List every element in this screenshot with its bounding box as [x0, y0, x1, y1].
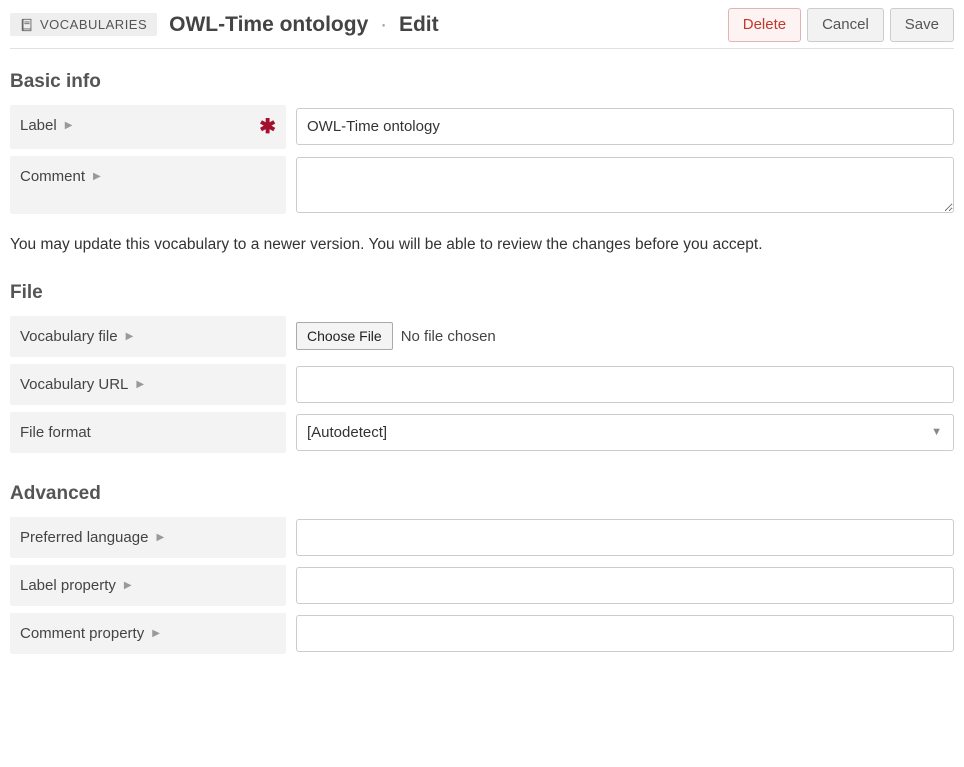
field-label-vocab-url[interactable]: Vocabulary URL ▶	[20, 376, 144, 393]
field-label-comment[interactable]: Comment ▶	[20, 168, 101, 185]
update-info-text: You may update this vocabulary to a newe…	[10, 236, 954, 254]
choose-file-button[interactable]: Choose File	[296, 322, 393, 350]
caret-icon: ▶	[156, 532, 164, 543]
field-label-label-prop[interactable]: Label property ▶	[20, 577, 132, 594]
section-heading-basic: Basic info	[10, 71, 954, 93]
title-name: OWL-Time ontology	[169, 13, 368, 36]
breadcrumb-vocabularies[interactable]: VOCABULARIES	[10, 13, 157, 36]
caret-icon: ▶	[126, 331, 134, 342]
cancel-button[interactable]: Cancel	[807, 8, 884, 42]
title-mode: Edit	[399, 13, 439, 36]
section-heading-file: File	[10, 282, 954, 304]
book-icon	[20, 18, 34, 32]
file-format-select[interactable]: [Autodetect]	[296, 414, 954, 451]
caret-icon: ▶	[65, 120, 73, 131]
field-row-label: Label ▶ ✱	[10, 103, 954, 151]
field-row-comment: Comment ▶	[10, 154, 954, 216]
label-input[interactable]	[296, 108, 954, 145]
caret-icon: ▶	[136, 379, 144, 390]
field-row-file-format: File format [Autodetect] ▼	[10, 410, 954, 455]
field-row-vocab-file: Vocabulary file ▶ Choose File No file ch…	[10, 314, 954, 359]
caret-icon: ▶	[124, 580, 132, 591]
title-separator: ·	[374, 13, 393, 36]
page-header: VOCABULARIES OWL-Time ontology · Edit De…	[10, 8, 954, 49]
vocab-url-input[interactable]	[296, 366, 954, 403]
comment-prop-input[interactable]	[296, 615, 954, 652]
field-row-vocab-url: Vocabulary URL ▶	[10, 362, 954, 407]
field-row-label-prop: Label property ▶	[10, 563, 954, 608]
field-row-pref-lang: Preferred language ▶	[10, 515, 954, 560]
save-button[interactable]: Save	[890, 8, 954, 42]
required-icon: ✱	[259, 117, 276, 137]
delete-button[interactable]: Delete	[728, 8, 801, 42]
field-label-vocab-file[interactable]: Vocabulary file ▶	[20, 328, 133, 345]
caret-icon: ▶	[93, 171, 101, 182]
field-label-pref-lang[interactable]: Preferred language ▶	[20, 529, 164, 546]
field-label-label[interactable]: Label ▶	[20, 117, 72, 134]
field-label-comment-prop[interactable]: Comment property ▶	[20, 625, 160, 642]
section-heading-advanced: Advanced	[10, 483, 954, 505]
page-title: OWL-Time ontology · Edit	[169, 13, 438, 37]
comment-input[interactable]	[296, 157, 954, 213]
pref-lang-input[interactable]	[296, 519, 954, 556]
caret-icon: ▶	[152, 628, 160, 639]
field-label-file-format: File format	[20, 424, 91, 441]
label-prop-input[interactable]	[296, 567, 954, 604]
breadcrumb-label: VOCABULARIES	[40, 17, 147, 32]
field-row-comment-prop: Comment property ▶	[10, 611, 954, 656]
file-status-text: No file chosen	[401, 328, 496, 345]
